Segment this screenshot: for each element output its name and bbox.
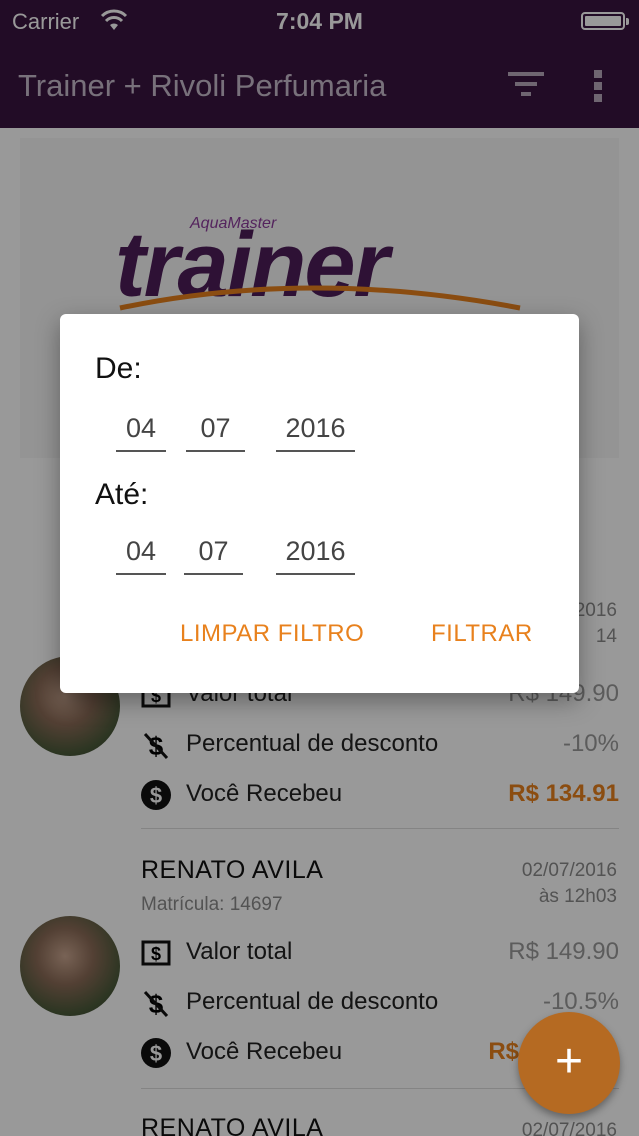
plus-icon: +: [554, 1035, 584, 1088]
from-day-field[interactable]: 04: [116, 410, 166, 452]
to-year-field[interactable]: 2016: [276, 533, 355, 575]
clear-filter-button[interactable]: LIMPAR FILTRO: [180, 620, 364, 648]
add-button[interactable]: +: [518, 1012, 620, 1114]
from-month-field[interactable]: 07: [186, 410, 245, 452]
from-year-field[interactable]: 2016: [276, 410, 355, 452]
date-filter-dialog: De: 04 07 2016 Até: 04 07 2016 LIMPAR FI…: [60, 314, 579, 693]
to-month-field[interactable]: 07: [184, 533, 243, 575]
apply-filter-button[interactable]: FILTRAR: [431, 620, 533, 648]
to-day-field[interactable]: 04: [116, 533, 166, 575]
from-label: De:: [95, 352, 142, 385]
to-label: Até:: [95, 478, 149, 511]
